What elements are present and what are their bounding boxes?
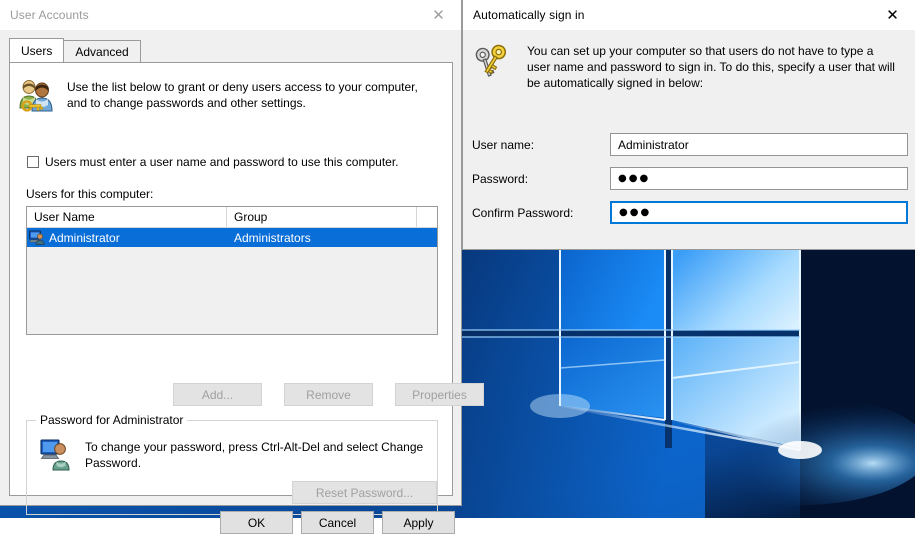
users-listview-body: Administrator Administrators xyxy=(27,228,437,334)
cell-user-name-text: Administrator xyxy=(49,230,120,245)
password-groupbox: Password for Administrator To change you… xyxy=(26,413,438,515)
auto-signin-title: Automatically sign in xyxy=(473,8,585,22)
user-monitor-icon xyxy=(40,439,70,471)
users-listview-header: User Name Group xyxy=(27,207,437,228)
properties-button-label: Properties xyxy=(412,387,467,402)
cell-user-name: Administrator xyxy=(27,228,227,247)
confirm-password-field-row: Confirm Password: ●●● xyxy=(472,201,908,224)
password-groupbox-text: To change your password, press Ctrl-Alt-… xyxy=(85,440,424,470)
user-accounts-body: Users Advanced Use the list below to gra… xyxy=(0,30,484,534)
password-input[interactable]: ●●● xyxy=(610,167,908,190)
password-field-row: Password: ●●● xyxy=(472,167,908,190)
user-accounts-window: User Accounts ✕ Users Advanced Use the l… xyxy=(0,0,484,534)
list-action-buttons: Add... Remove Properties xyxy=(173,383,484,406)
intro-text: Use the list below to grant or deny user… xyxy=(67,80,418,110)
column-header-group[interactable]: Group xyxy=(227,207,417,227)
column-header-user-name[interactable]: User Name xyxy=(27,207,227,227)
close-icon[interactable]: ✕ xyxy=(870,0,915,30)
tab-advanced[interactable]: Advanced xyxy=(64,40,141,62)
tab-panel-users: Use the list below to grant or deny user… xyxy=(9,62,484,515)
remove-button[interactable]: Remove xyxy=(284,383,373,406)
username-input-value: Administrator xyxy=(618,137,689,152)
username-input[interactable]: Administrator xyxy=(610,133,908,156)
tab-users[interactable]: Users xyxy=(9,38,65,62)
auto-signin-window: Automatically sign in ✕ You can set up y… xyxy=(462,0,915,250)
intro-row: Use the list below to grant or deny user… xyxy=(16,77,446,115)
add-button[interactable]: Add... xyxy=(173,383,262,406)
confirm-password-label: Confirm Password: xyxy=(472,205,574,220)
auto-signin-intro-text: You can set up your computer so that use… xyxy=(527,44,895,90)
column-header-filler xyxy=(417,207,437,227)
tab-advanced-label: Advanced xyxy=(75,44,129,59)
add-button-label: Add... xyxy=(201,387,234,402)
confirm-password-input-value: ●●● xyxy=(619,207,652,218)
auto-signin-titlebar: Automatically sign in ✕ xyxy=(463,0,915,30)
require-credentials-label: Users must enter a user name and passwor… xyxy=(45,155,399,169)
user-accounts-titlebar: User Accounts ✕ xyxy=(0,0,461,30)
users-list-label: Users for this computer: xyxy=(26,187,154,201)
keys-icon xyxy=(475,44,507,77)
table-row[interactable]: Administrator Administrators xyxy=(27,228,437,247)
password-input-value: ●●● xyxy=(618,173,651,184)
tabstrip: Users Advanced xyxy=(9,38,453,62)
cell-group: Administrators xyxy=(234,230,311,245)
password-groupbox-row: To change your password, press Ctrl-Alt-… xyxy=(40,437,425,471)
remove-button-label: Remove xyxy=(306,387,351,402)
user-computer-icon xyxy=(29,230,45,245)
auto-signin-body: You can set up your computer so that use… xyxy=(463,30,915,249)
cancel-button[interactable]: Cancel xyxy=(301,511,374,534)
apply-button[interactable]: Apply xyxy=(382,511,455,534)
confirm-password-input[interactable]: ●●● xyxy=(610,201,908,224)
require-credentials-checkbox[interactable] xyxy=(27,156,39,168)
reset-password-button-label: Reset Password... xyxy=(315,485,414,500)
reset-password-button[interactable]: Reset Password... xyxy=(292,481,437,504)
ok-button[interactable]: OK xyxy=(220,511,293,534)
close-icon[interactable]: ✕ xyxy=(416,0,461,30)
password-label: Password: xyxy=(472,171,529,186)
dialog-buttons: OK Cancel Apply xyxy=(220,511,455,534)
user-accounts-title: User Accounts xyxy=(10,8,89,22)
auto-signin-intro: You can set up your computer so that use… xyxy=(473,42,903,91)
require-credentials-checkbox-row[interactable]: Users must enter a user name and passwor… xyxy=(27,155,399,169)
users-listview[interactable]: User Name Group Administrator Administra… xyxy=(26,206,438,335)
password-groupbox-title: Password for Administrator xyxy=(36,413,188,427)
properties-button[interactable]: Properties xyxy=(395,383,484,406)
tab-users-label: Users xyxy=(21,43,53,58)
username-label: User name: xyxy=(472,137,535,152)
username-field-row: User name: Administrator xyxy=(472,133,908,156)
users-key-icon xyxy=(19,80,53,112)
